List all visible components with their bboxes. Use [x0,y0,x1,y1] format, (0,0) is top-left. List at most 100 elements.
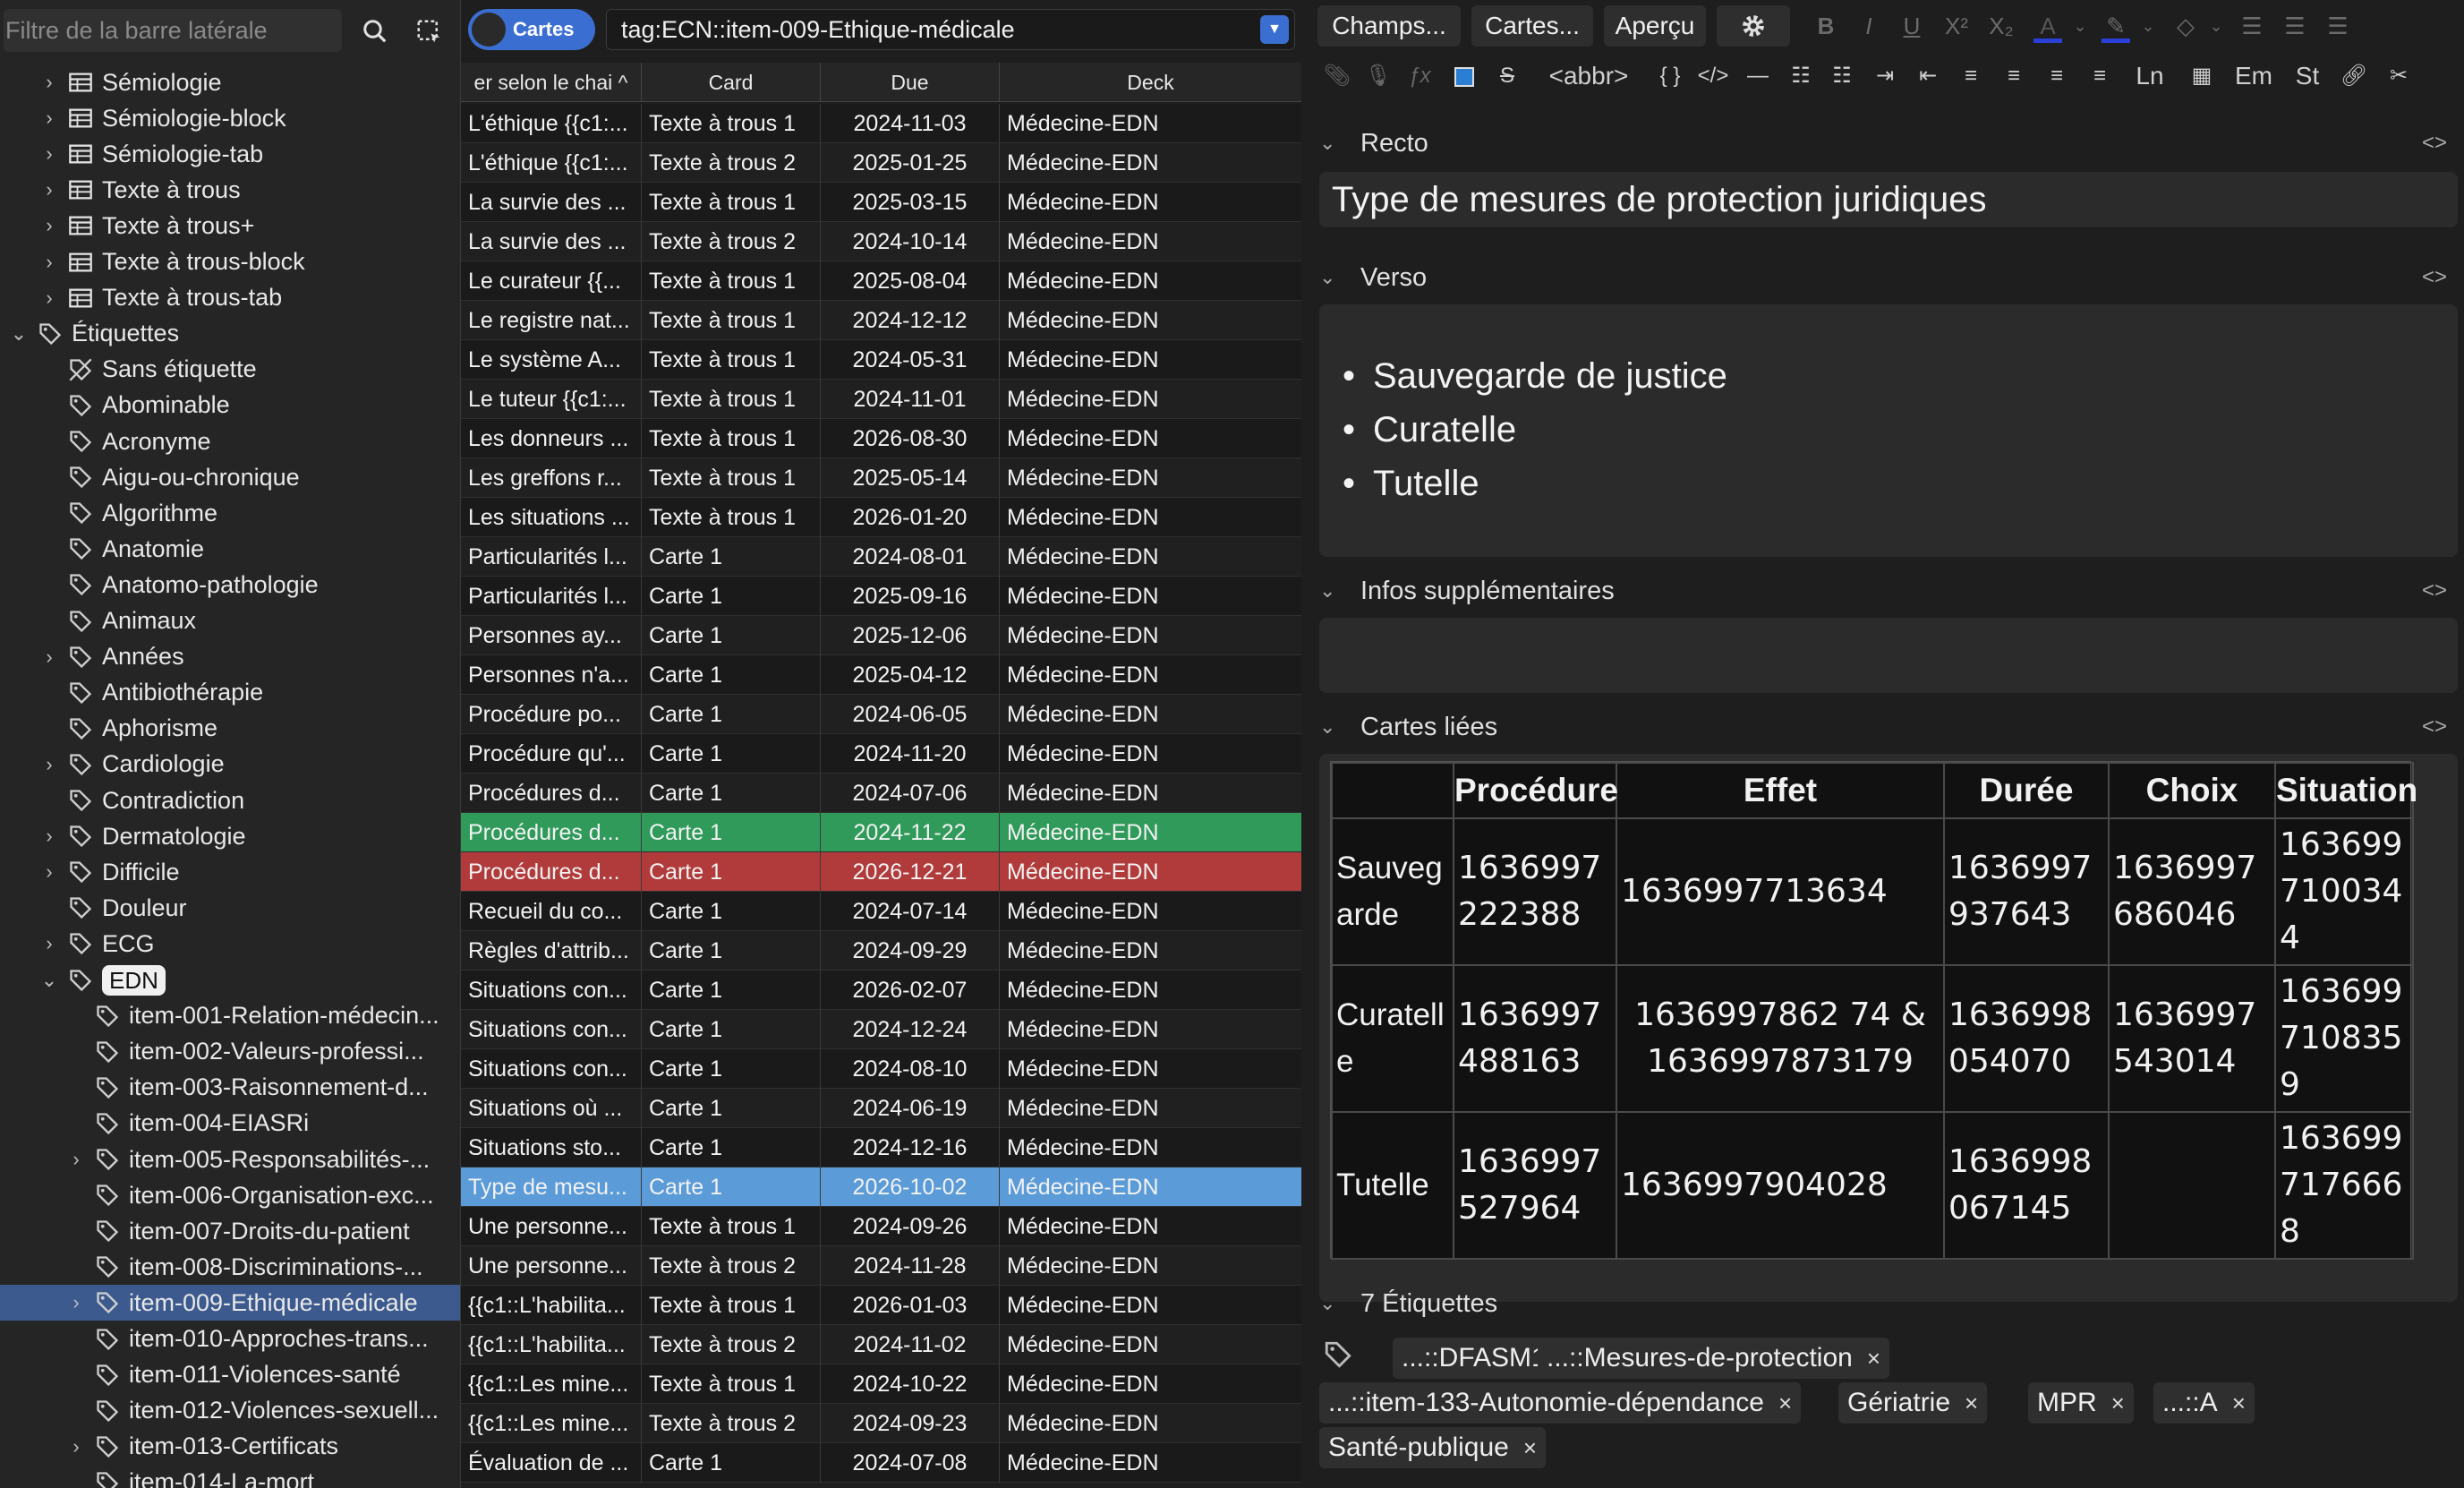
tags-header[interactable]: ⌄ 7 Étiquettes [1319,1286,1497,1321]
chevron-right-icon[interactable]: › [66,1429,86,1465]
justify-icon[interactable]: ≡ [2080,56,2119,97]
ordered-list-icon[interactable]: ☷ [1822,56,1862,97]
chevron-right-icon[interactable]: › [66,1285,86,1321]
table-row[interactable]: Situations con... Carte 1 2026-02-07 Médeci… [461,971,1302,1010]
chevron-right-icon[interactable]: › [39,280,59,316]
chevron-right-icon[interactable]: › [39,172,59,208]
table-row[interactable]: Type de mesu... Carte 1 2026-10-02 Médecine… [461,1167,1302,1207]
sidebar-item[interactable]: Aphorisme [0,711,460,747]
braces-icon[interactable]: { } [1652,56,1688,97]
sidebar-item[interactable]: › item-005-Responsabilités-... [0,1142,460,1177]
sidebar-item[interactable]: item-011-Violences-santé [0,1357,460,1393]
sidebar-item[interactable]: item-012-Violences-sexuell... [0,1393,460,1429]
sidebar-item[interactable]: › Sémiologie-block [0,100,460,136]
preview-button[interactable]: Aperçu [1604,5,1706,47]
field-label-recto[interactable]: ⌄ Recto [1319,125,1428,161]
field-label-verso[interactable]: ⌄ Verso [1319,260,1427,295]
sidebar-item[interactable]: Contradiction [0,782,460,818]
tag-chip[interactable]: ...::A × [2153,1382,2255,1424]
sidebar-item[interactable]: › Texte à trous [0,172,460,208]
chevron-down-icon[interactable]: ⌄ [2137,5,2159,47]
sidebar-item[interactable]: › Années [0,639,460,675]
table-row[interactable]: Particularités l... Carte 1 2025-09-16 Méde… [461,577,1302,616]
html-editor-icon[interactable]: <> [2422,714,2447,740]
column-deck[interactable]: Deck [1000,63,1302,102]
abbr-button[interactable]: <abbr> [1536,56,1641,97]
sidebar-item[interactable]: › Texte à trous-tab [0,280,460,316]
table-row[interactable]: {{c1::Les mine... Texte à trous 1 2024-10-… [461,1364,1302,1404]
table-row[interactable]: Personnes ay... Carte 1 2025-12-06 Médecine… [461,616,1302,655]
html-editor-icon[interactable]: <> [2422,265,2447,290]
table-row[interactable]: Les donneurs ... Texte à trous 1 2026-08-3… [461,419,1302,458]
sidebar-item[interactable]: item-010-Approches-trans... [0,1321,460,1357]
linked-cards-table[interactable]: Procédure Effet Durée Choix Situation Sauveg… [1330,761,2417,1260]
table-row[interactable]: Recueil du co... Carte 1 2024-07-14 Médecin… [461,892,1302,931]
field-label-infos[interactable]: ⌄ Infos supplémentaires [1319,573,1615,609]
ln-button[interactable]: Ln [2125,56,2175,97]
table-row[interactable]: Le curateur {{... Texte à trous 1 2025-08-… [461,261,1302,301]
sidebar-item[interactable]: › Dermatologie [0,818,460,854]
st-button[interactable]: St [2286,56,2329,97]
sidebar-item[interactable]: Anatomie [0,531,460,567]
chevron-down-icon[interactable]: ⌄ [9,316,29,352]
table-row[interactable]: Situations où ... Carte 1 2024-06-19 Médeci… [461,1089,1302,1128]
sidebar-item[interactable]: › item-013-Certificats [0,1429,460,1465]
sidebar-item[interactable]: item-001-Relation-médecin... [0,998,460,1034]
table-row[interactable]: Situations con... Carte 1 2024-12-24 Médeci… [461,1010,1302,1049]
sidebar-item[interactable]: › item-009-Ethique-médicale [0,1285,460,1321]
highlight-color-icon[interactable]: ✎ [2096,5,2136,47]
image-occlusion-icon[interactable] [1445,56,1484,97]
numbered-list-icon[interactable]: ☰ [2275,5,2315,47]
sidebar-item[interactable]: ⌄ Étiquettes [0,316,460,352]
tag-chip[interactable]: ...::item-133-Autonomie-dépendance × [1319,1382,1802,1424]
table-row[interactable]: Les greffons r... Texte à trous 1 2025-05-… [461,458,1302,498]
indent-icon[interactable]: ⇥ [1865,56,1905,97]
sidebar-item[interactable]: item-003-Raisonnement-d... [0,1070,460,1106]
sidebar-item[interactable]: Douleur [0,890,460,926]
sidebar-item[interactable]: Acronyme [0,423,460,459]
field-label-linked[interactable]: ⌄ Cartes liées [1319,709,1497,745]
chevron-right-icon[interactable]: › [39,208,59,244]
table-row[interactable]: Situations sto... Carte 1 2024-12-16 Médeci… [461,1128,1302,1167]
table-row[interactable]: Le registre nat... Texte à trous 1 2024-12… [461,301,1302,340]
sidebar-item[interactable]: ⌄ EDN [0,962,460,998]
tag-chip[interactable]: Santé-publique × [1319,1427,1547,1468]
tag-chip[interactable]: Gériatrie × [1838,1382,1988,1424]
sidebar-item[interactable]: › Cardiologie [0,747,460,782]
table-row[interactable]: Procédures d... Carte 1 2026-12-21 Médecine… [461,852,1302,892]
subscript-icon[interactable]: X₂ [1982,5,2021,47]
column-due[interactable]: Due [821,63,1000,102]
table-row[interactable]: Procédure po... Carte 1 2024-06-05 Médecine… [461,695,1302,734]
sidebar-item[interactable]: › Difficile [0,854,460,890]
chevron-right-icon[interactable]: › [66,1142,86,1177]
html-editor-icon[interactable]: <> [2422,131,2447,156]
sidebar-item[interactable]: › ECG [0,926,460,962]
chevron-right-icon[interactable]: › [39,854,59,890]
close-icon[interactable]: × [1523,1434,1537,1461]
table-row[interactable]: Procédures d... Carte 1 2024-11-22 Médecine… [461,813,1302,852]
text-color-icon[interactable]: A [2028,5,2068,47]
em-button[interactable]: Em [2227,56,2281,97]
sidebar-item[interactable]: Aigu-ou-chronique [0,459,460,495]
sidebar-filter-input[interactable]: Filtre de la barre latérale [4,9,342,52]
column-sort-field[interactable]: er selon le chai ^ [461,63,642,102]
sidebar-item[interactable]: › Texte à trous+ [0,208,460,244]
table-row[interactable]: La survie des ... Texte à trous 1 2025-03-… [461,183,1302,222]
table-row[interactable]: Le tuteur {{c1:... Texte à trous 1 2024-11… [461,380,1302,419]
table-row[interactable]: Situations con... Carte 1 2024-08-10 Médeci… [461,1049,1302,1089]
outdent-icon[interactable]: ⇤ [1908,56,1948,97]
chevron-right-icon[interactable]: › [39,100,59,136]
table-row[interactable]: {{c1::L'habilita... Texte à trous 2 2024-1… [461,1325,1302,1364]
infos-input[interactable] [1319,618,2458,693]
table-row[interactable]: Les situations ... Texte à trous 1 2026-01… [461,498,1302,537]
tag-chip[interactable]: ...::Mesures-de-protection × [1538,1338,1889,1379]
sidebar-item[interactable]: Sans étiquette [0,352,460,388]
sidebar-item[interactable]: item-014-La-mort [0,1465,460,1488]
chevron-right-icon[interactable]: › [39,639,59,675]
table-row[interactable]: Personnes n'a... Carte 1 2025-04-12 Médecin… [461,655,1302,695]
chevron-down-icon[interactable]: ⌄ [39,962,59,998]
strikethrough-icon[interactable]: S [1489,56,1525,97]
sidebar-item[interactable]: item-004-EIASRi [0,1106,460,1142]
sidebar-item[interactable]: item-008-Discriminations-... [0,1249,460,1285]
table-row[interactable]: L'éthique {{c1:... Texte à trous 2 2025-01… [461,143,1302,183]
